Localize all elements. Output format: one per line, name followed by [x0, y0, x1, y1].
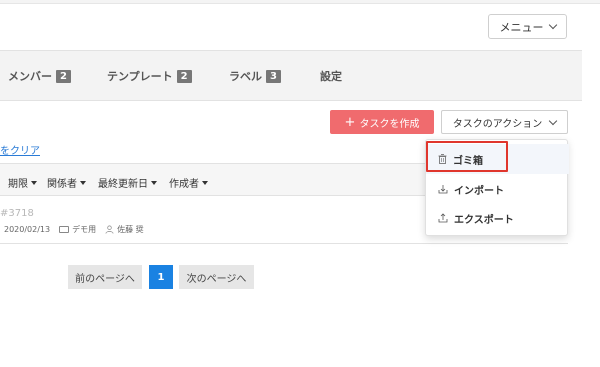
- caret-down-icon: [31, 180, 37, 185]
- create-task-label: タスクを作成: [359, 118, 420, 130]
- next-page-button[interactable]: 次のページへ: [179, 265, 254, 289]
- menu-item-import-label: インポート: [454, 185, 504, 197]
- tab-settings[interactable]: 設定: [320, 68, 342, 84]
- menu-button-label: メニュー: [499, 20, 544, 34]
- tab-labels-label: ラベル: [229, 70, 262, 83]
- menu-item-export[interactable]: エクスポート: [426, 203, 569, 233]
- sort-creator[interactable]: 作成者: [169, 175, 208, 190]
- chevron-down-icon: [549, 116, 558, 125]
- folder-icon: [59, 226, 70, 233]
- task-actions-button[interactable]: タスクのアクション: [441, 110, 568, 134]
- chevron-down-icon: [548, 20, 557, 30]
- import-icon: [438, 185, 448, 194]
- tab-labels[interactable]: ラベル 3: [229, 68, 281, 84]
- task-project: デモ用: [72, 225, 97, 234]
- tab-settings-label: 設定: [320, 70, 342, 83]
- task-id: #3718: [0, 208, 34, 219]
- sort-last-updated-label: 最終更新日: [98, 179, 148, 190]
- tab-bar: メンバー 2 テンプレート 2 ラベル 3 設定: [0, 50, 582, 101]
- tab-templates-count: 2: [176, 69, 192, 83]
- caret-down-icon: [151, 180, 157, 185]
- person-icon: [105, 225, 114, 234]
- task-meta: 2020/02/13 デモ用 佐藤 奨: [0, 224, 144, 235]
- export-icon: [438, 213, 448, 223]
- tab-templates[interactable]: テンプレート 2: [107, 68, 192, 84]
- sort-due-date[interactable]: 期限: [8, 175, 37, 190]
- caret-down-icon: [202, 180, 208, 185]
- plus-icon: +: [344, 114, 356, 130]
- highlight-annotation-box: [426, 141, 508, 172]
- task-actions-label: タスクのアクション: [452, 118, 543, 130]
- menu-button[interactable]: メニュー: [488, 14, 567, 39]
- caret-down-icon: [80, 180, 86, 185]
- sort-creator-label: 作成者: [169, 179, 199, 190]
- menu-item-export-label: エクスポート: [454, 214, 514, 226]
- task-date: 2020/02/13: [4, 225, 51, 234]
- create-task-button[interactable]: + タスクを作成: [330, 110, 434, 134]
- tab-members-label: メンバー: [8, 70, 52, 83]
- menu-item-import[interactable]: インポート: [426, 174, 569, 204]
- tab-members[interactable]: メンバー 2: [8, 68, 71, 84]
- top-border: [0, 0, 600, 4]
- tab-templates-label: テンプレート: [107, 70, 173, 83]
- sort-participants[interactable]: 関係者: [47, 175, 86, 190]
- clear-filter-link[interactable]: をクリア: [0, 142, 40, 157]
- sort-due-date-label: 期限: [8, 179, 28, 190]
- tab-members-count: 2: [56, 69, 71, 83]
- prev-page-button[interactable]: 前のページへ: [68, 265, 142, 289]
- tab-labels-count: 3: [266, 69, 281, 83]
- task-assignee: 佐藤 奨: [117, 225, 144, 234]
- sort-participants-label: 関係者: [47, 179, 77, 190]
- current-page-button[interactable]: 1: [149, 265, 173, 289]
- sort-last-updated[interactable]: 最終更新日: [98, 175, 157, 190]
